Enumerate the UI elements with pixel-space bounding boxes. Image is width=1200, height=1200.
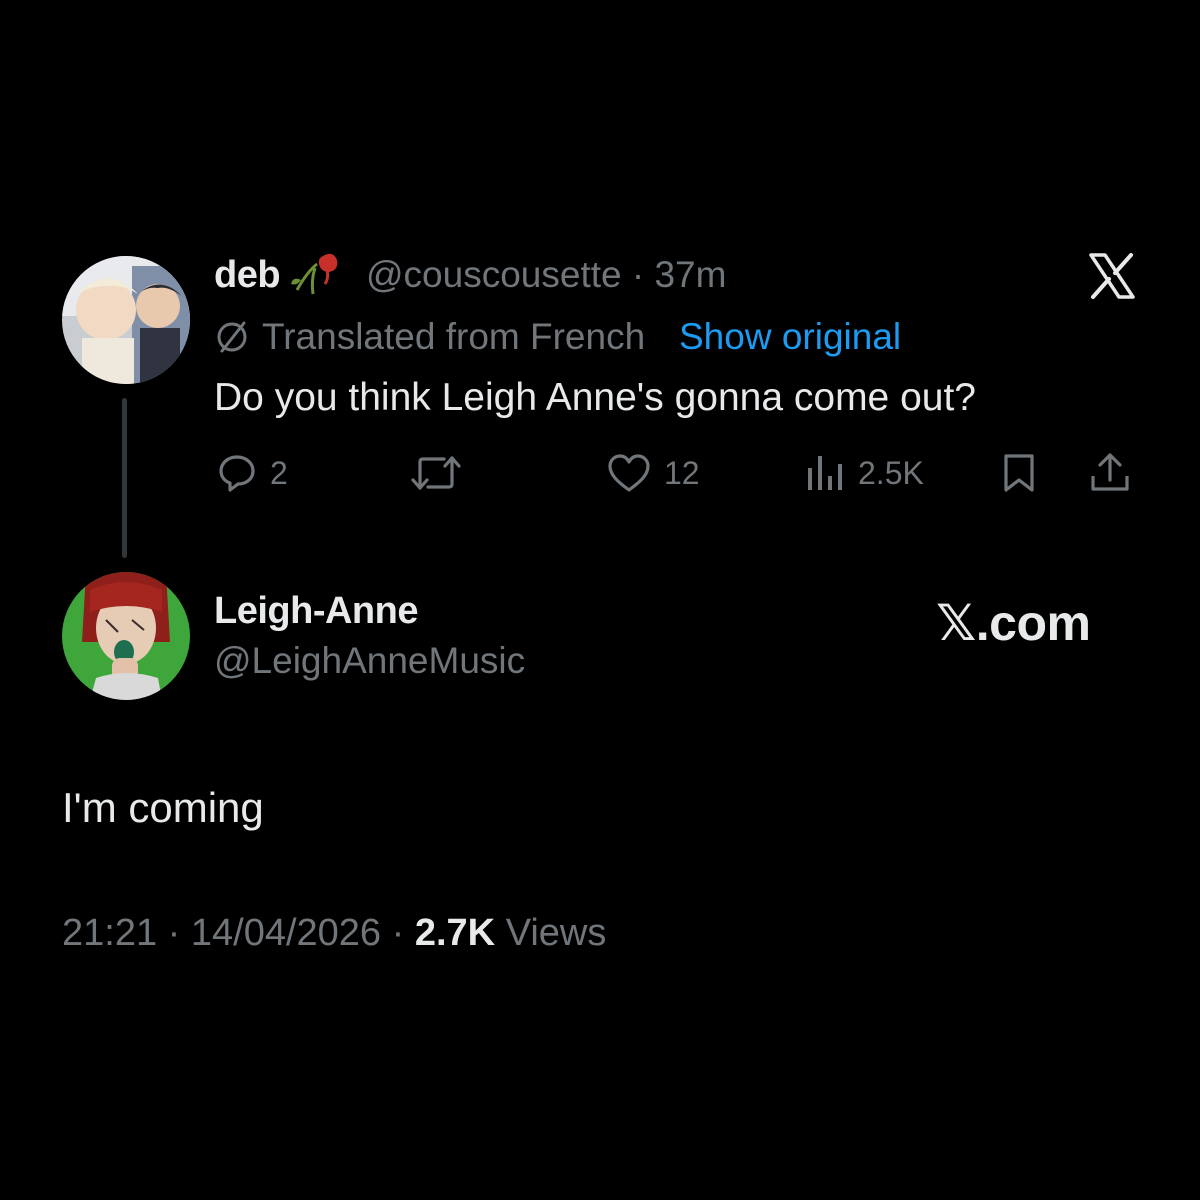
reply-tweet-text: I'm coming [62, 784, 264, 831]
thread-connector-line [122, 398, 127, 558]
like-count: 12 [664, 454, 700, 491]
share-button[interactable] [1088, 448, 1132, 498]
reply-views-count: 2.7K [414, 912, 496, 954]
x-com-brand-label: 𝕏.com [936, 595, 1091, 651]
reply-count: 2 [270, 454, 288, 491]
reply-time[interactable]: 21:21 [62, 912, 157, 954]
bookmark-button[interactable] [998, 448, 1040, 498]
avatar-deb[interactable] [62, 256, 190, 384]
avatar-leigh-anne[interactable] [62, 572, 190, 700]
view-count: 2.5K [858, 454, 924, 491]
parent-tweet-text: Do you think Leigh Anne's gonna come out… [214, 376, 976, 419]
avatar-leigh-anne-image [62, 572, 190, 700]
x-logo-icon [1088, 252, 1136, 305]
repost-button[interactable] [410, 448, 474, 498]
translated-from-label: Translated from French [262, 316, 646, 357]
translation-note: Translated from French [214, 316, 645, 358]
speech-bubble-icon [219, 455, 255, 492]
reply-display-name[interactable]: Leigh-Anne [214, 590, 418, 633]
views-button[interactable]: 2.5K [804, 448, 924, 498]
tweet-screenshot: deb @couscousette · 37m Translated from … [0, 0, 1200, 1200]
avatar-deb-image [62, 256, 190, 384]
repost-arrows-icon [411, 456, 461, 490]
reply-views-label: Views [505, 912, 607, 954]
parent-display-name[interactable]: deb [214, 254, 281, 297]
separator-2: · [391, 912, 405, 954]
bar-chart-icon [808, 456, 842, 490]
bookmark-icon [1004, 454, 1034, 492]
like-button[interactable]: 12 [606, 448, 700, 498]
reply-timestamp-and-views: 21:21 · 14/04/2026 · 2.7K Views [62, 912, 606, 955]
show-original-link[interactable]: Show original [679, 316, 901, 358]
parent-handle-and-time[interactable]: @couscousette · 37m [366, 254, 726, 296]
slashed-circle-icon [217, 321, 247, 353]
reply-handle[interactable]: @LeighAnneMusic [214, 640, 525, 682]
heart-icon [608, 454, 650, 492]
share-upload-icon [1091, 453, 1129, 491]
wilted-rose-emoji-icon [287, 250, 349, 307]
reply-button[interactable]: 2 [216, 448, 288, 498]
separator-1: · [167, 912, 181, 954]
reply-date[interactable]: 14/04/2026 [191, 912, 381, 954]
